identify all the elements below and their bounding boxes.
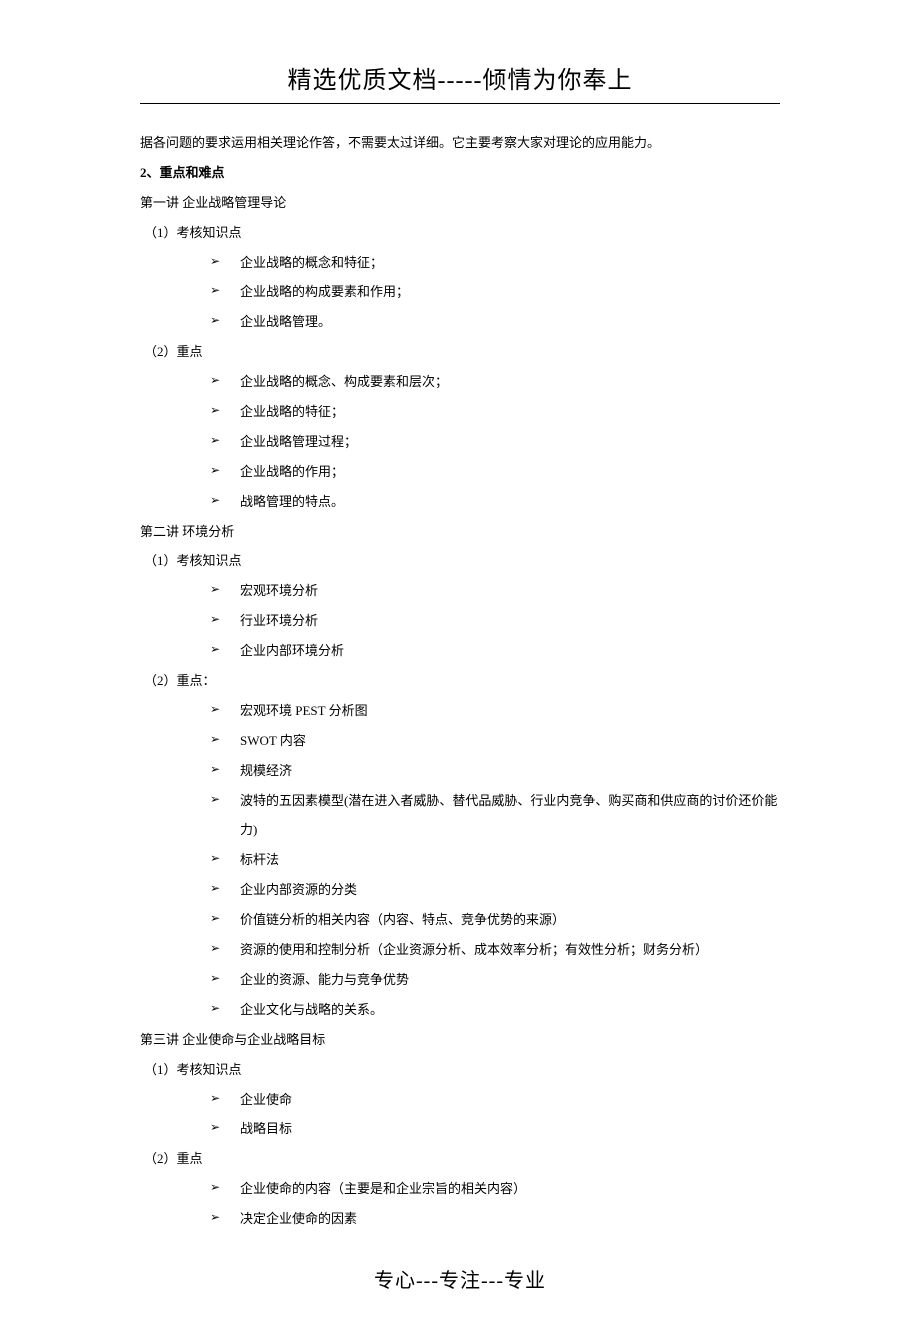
- bullet-list: 企业使命的内容（主要是和企业宗旨的相关内容） 决定企业使命的因素: [140, 1174, 780, 1234]
- list-item: 战略管理的特点。: [210, 487, 780, 517]
- list-item: 企业文化与战略的关系。: [210, 995, 780, 1025]
- document-body: 据各问题的要求运用相关理论作答，不需要太过详细。它主要考察大家对理论的应用能力。…: [140, 128, 780, 1234]
- bullet-list: 企业战略的概念、构成要素和层次； 企业战略的特征； 企业战略管理过程； 企业战略…: [140, 367, 780, 516]
- intro-paragraph: 据各问题的要求运用相关理论作答，不需要太过详细。它主要考察大家对理论的应用能力。: [140, 128, 780, 158]
- list-item: 宏观环境分析: [210, 576, 780, 606]
- list-item: SWOT 内容: [210, 726, 780, 756]
- list-item: 企业内部环境分析: [210, 636, 780, 666]
- list-item: 标杆法: [210, 845, 780, 875]
- list-item: 波特的五因素模型(潜在进入者威胁、替代品威胁、行业内竞争、购买商和供应商的讨价还…: [210, 786, 780, 846]
- group-label: （2）重点：: [140, 666, 780, 696]
- list-item: 企业战略管理过程；: [210, 427, 780, 457]
- lecture-title: 第二讲 环境分析: [140, 517, 780, 547]
- list-item: 资源的使用和控制分析（企业资源分析、成本效率分析；有效性分析；财务分析）: [210, 935, 780, 965]
- list-item: 企业战略的概念和特征；: [210, 248, 780, 278]
- group-label: （2）重点: [140, 337, 780, 367]
- list-item: 企业战略的概念、构成要素和层次；: [210, 367, 780, 397]
- list-item: 规模经济: [210, 756, 780, 786]
- list-item: 企业战略的特征；: [210, 397, 780, 427]
- bullet-list: 宏观环境 PEST 分析图 SWOT 内容 规模经济 波特的五因素模型(潜在进入…: [140, 696, 780, 1025]
- page-footer: 专心---专注---专业: [140, 1264, 780, 1293]
- list-item: 企业的资源、能力与竞争优势: [210, 965, 780, 995]
- group-label: （1）考核知识点: [140, 546, 780, 576]
- list-item: 企业战略的作用；: [210, 457, 780, 487]
- bullet-list: 宏观环境分析 行业环境分析 企业内部环境分析: [140, 576, 780, 666]
- lecture-title: 第一讲 企业战略管理导论: [140, 188, 780, 218]
- page-header: 精选优质文档-----倾情为你奉上: [140, 60, 780, 95]
- list-item: 企业内部资源的分类: [210, 875, 780, 905]
- lecture-title: 第三讲 企业使命与企业战略目标: [140, 1025, 780, 1055]
- list-item: 决定企业使命的因素: [210, 1204, 780, 1234]
- group-label: （1）考核知识点: [140, 218, 780, 248]
- bullet-list: 企业战略的概念和特征； 企业战略的构成要素和作用； 企业战略管理。: [140, 248, 780, 338]
- section-heading: 2、重点和难点: [140, 158, 780, 188]
- list-item: 宏观环境 PEST 分析图: [210, 696, 780, 726]
- document-page: 精选优质文档-----倾情为你奉上 据各问题的要求运用相关理论作答，不需要太过详…: [0, 0, 920, 1333]
- bullet-list: 企业使命 战略目标: [140, 1085, 780, 1145]
- header-rule: [140, 103, 780, 104]
- list-item: 价值链分析的相关内容（内容、特点、竞争优势的来源）: [210, 905, 780, 935]
- group-label: （2）重点: [140, 1144, 780, 1174]
- list-item: 行业环境分析: [210, 606, 780, 636]
- group-label: （1）考核知识点: [140, 1055, 780, 1085]
- list-item: 企业战略管理。: [210, 307, 780, 337]
- list-item: 战略目标: [210, 1114, 780, 1144]
- list-item: 企业使命的内容（主要是和企业宗旨的相关内容）: [210, 1174, 780, 1204]
- list-item: 企业战略的构成要素和作用；: [210, 277, 780, 307]
- list-item: 企业使命: [210, 1085, 780, 1115]
